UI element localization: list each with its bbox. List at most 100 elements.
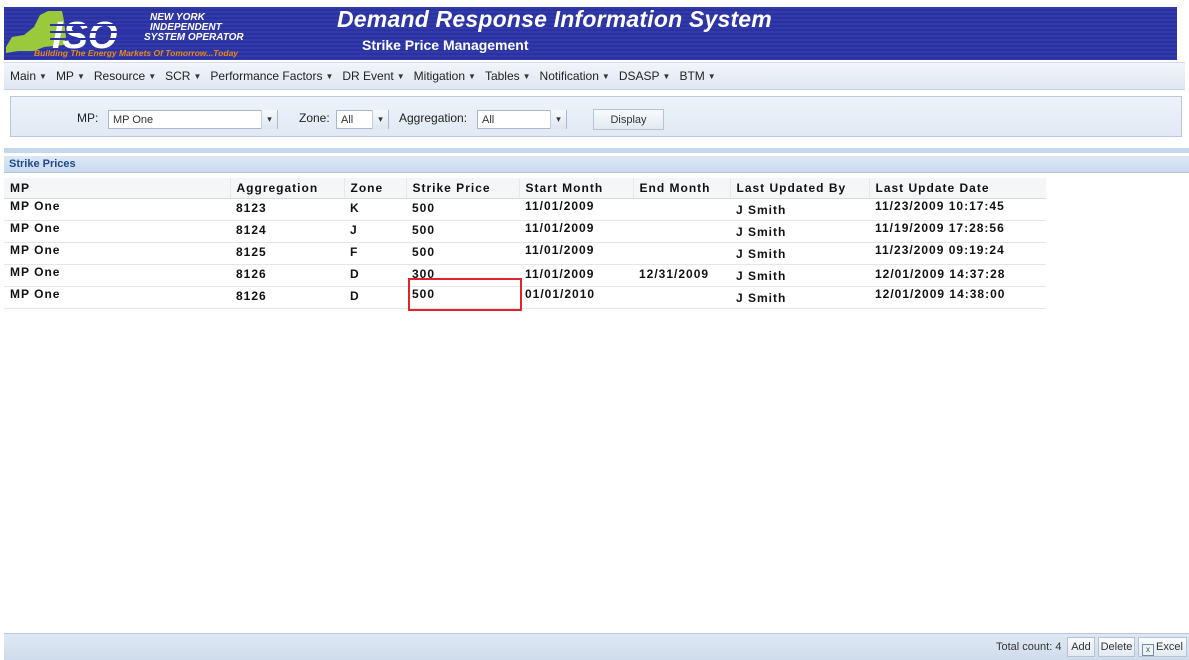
chevron-down-icon: ▼ [76, 71, 85, 81]
chevron-down-icon: ▼ [148, 71, 157, 81]
section-divider [4, 148, 1189, 153]
cell-mp: MP One [4, 220, 230, 243]
cell-aggregation: 8126 [230, 286, 344, 309]
column-header-aggregation[interactable]: Aggregation [229, 178, 344, 199]
add-button[interactable]: Add [1067, 637, 1095, 657]
cell-zone: K [344, 198, 406, 221]
filter-panel: MP: MP One ▾ Zone: All ▾ Aggregation: Al… [10, 96, 1182, 137]
nyiso-logo[interactable]: ISO NEW YORK INDEPENDENT SYSTEM OPERATOR… [4, 7, 322, 60]
highlight-box [408, 278, 522, 311]
cell-start-month: 11/01/2009 [519, 264, 633, 287]
cell-end-month: 12/31/2009 [633, 264, 730, 287]
table-header-row: MP Aggregation Zone Strike Price Start M… [4, 178, 1046, 199]
table-row[interactable]: MP One 8126 D 300 11/01/2009 12/31/2009 … [4, 264, 1046, 287]
excel-icon: x [1142, 644, 1155, 656]
column-header-end-month[interactable]: End Month [632, 178, 730, 199]
cell-end-month [633, 286, 730, 309]
cell-mp: MP One [4, 242, 230, 265]
cell-updated-by: J Smith [730, 198, 869, 221]
cell-zone: D [344, 264, 406, 287]
strike-prices-table: MP Aggregation Zone Strike Price Start M… [4, 178, 1046, 309]
cell-aggregation: 8125 [230, 242, 344, 265]
column-header-start-month[interactable]: Start Month [518, 178, 633, 199]
chevron-down-icon: ▼ [601, 71, 610, 81]
cell-update-date: 11/23/2009 10:17:45 [869, 198, 1046, 221]
chevron-down-icon: ▼ [662, 71, 671, 81]
chevron-down-icon: ▼ [522, 71, 531, 81]
cell-zone: F [344, 242, 406, 265]
cell-update-date: 12/01/2009 14:37:28 [869, 264, 1046, 287]
cell-update-date: 11/23/2009 09:19:24 [869, 242, 1046, 265]
cell-zone: J [344, 220, 406, 243]
menu-dsasp[interactable]: DSASP ▼ [619, 69, 671, 83]
cell-start-month: 01/01/2010 [519, 286, 633, 309]
main-menu-bar: Main ▼ MP ▼ Resource ▼ SCR ▼ Performance Fac… [4, 62, 1185, 90]
table-row[interactable]: MP One 8126 D 500 01/01/2010 J Smith 12/… [4, 286, 1046, 309]
cell-aggregation: 8126 [230, 264, 344, 287]
cell-start-month: 11/01/2009 [519, 242, 633, 265]
cell-updated-by: J Smith [730, 286, 869, 309]
total-count: Total count: 4 [996, 641, 1062, 653]
column-header-last-updated-by[interactable]: Last Updated By [729, 178, 869, 199]
display-button[interactable]: Display [593, 109, 664, 130]
menu-performance-factors[interactable]: Performance Factors ▼ [210, 69, 333, 83]
cell-zone: D [344, 286, 406, 309]
cell-start-month: 11/01/2009 [519, 198, 633, 221]
chevron-down-icon: ▼ [39, 71, 47, 81]
grid-title: Strike Prices [4, 156, 1189, 173]
svg-text:Building The Energy Markets Of: Building The Energy Markets Of Tomorrow.… [34, 48, 239, 58]
menu-resource[interactable]: Resource ▼ [94, 69, 156, 83]
cell-mp: MP One [4, 198, 230, 221]
zone-select[interactable]: All ▾ [336, 110, 389, 129]
delete-button[interactable]: Delete [1098, 637, 1135, 657]
table-row[interactable]: MP One 8124 J 500 11/01/2009 J Smith 11/… [4, 220, 1046, 243]
cell-end-month [633, 220, 730, 243]
menu-tables[interactable]: Tables ▼ [485, 69, 531, 83]
excel-button[interactable]: x Excel [1138, 637, 1187, 657]
page-subtitle: Strike Price Management [362, 37, 529, 53]
aggregation-select[interactable]: All ▾ [477, 110, 567, 129]
cell-updated-by: J Smith [730, 264, 869, 287]
mp-select[interactable]: MP One ▾ [108, 110, 278, 129]
cell-strike-price: 500 [406, 242, 519, 265]
menu-scr[interactable]: SCR ▼ [165, 69, 201, 83]
header: ISO NEW YORK INDEPENDENT SYSTEM OPERATOR… [0, 0, 1189, 60]
menu-btm[interactable]: BTM ▼ [679, 69, 715, 83]
app-title: Demand Response Information System [337, 6, 772, 32]
cell-mp: MP One [4, 264, 230, 287]
cell-mp: MP One [4, 286, 230, 309]
dropdown-arrow-icon[interactable]: ▾ [372, 110, 388, 129]
chevron-down-icon: ▼ [396, 71, 405, 81]
chevron-down-icon: ▼ [707, 71, 716, 81]
cell-aggregation: 8124 [230, 220, 344, 243]
dropdown-arrow-icon[interactable]: ▾ [261, 110, 277, 129]
chevron-down-icon: ▼ [193, 71, 202, 81]
mp-filter-label: MP: [77, 111, 99, 125]
cell-end-month [633, 198, 730, 221]
cell-update-date: 11/19/2009 17:28:56 [869, 220, 1046, 243]
table-row[interactable]: MP One 8123 K 500 11/01/2009 J Smith 11/… [4, 198, 1046, 221]
cell-aggregation: 8123 [230, 198, 344, 221]
menu-mitigation[interactable]: Mitigation ▼ [414, 69, 476, 83]
column-header-strike-price[interactable]: Strike Price [405, 178, 519, 199]
aggregation-filter-label: Aggregation: [399, 111, 468, 125]
menu-mp[interactable]: MP ▼ [56, 69, 85, 83]
menu-dr-event[interactable]: DR Event ▼ [342, 69, 404, 83]
column-header-mp[interactable]: MP [4, 178, 230, 199]
app-window: ISO NEW YORK INDEPENDENT SYSTEM OPERATOR… [0, 0, 1189, 660]
grid-footer-toolbar: Total count: 4 Add Delete x Excel [4, 633, 1189, 660]
cell-start-month: 11/01/2009 [519, 220, 633, 243]
menu-notification[interactable]: Notification ▼ [540, 69, 610, 83]
chevron-down-icon: ▼ [468, 71, 476, 81]
svg-text:SYSTEM OPERATOR: SYSTEM OPERATOR [144, 32, 244, 43]
cell-strike-price: 500 [406, 198, 519, 221]
table-row[interactable]: MP One 8125 F 500 11/01/2009 J Smith 11/… [4, 242, 1046, 265]
column-header-last-update-date[interactable]: Last Update Date [868, 178, 1046, 199]
cell-strike-price: 500 [406, 220, 519, 243]
dropdown-arrow-icon[interactable]: ▾ [550, 110, 566, 129]
cell-update-date: 12/01/2009 14:38:00 [869, 286, 1046, 309]
cell-end-month [633, 242, 730, 265]
zone-filter-label: Zone: [299, 111, 330, 125]
menu-main[interactable]: Main ▼ [10, 69, 47, 83]
column-header-zone[interactable]: Zone [343, 178, 406, 199]
